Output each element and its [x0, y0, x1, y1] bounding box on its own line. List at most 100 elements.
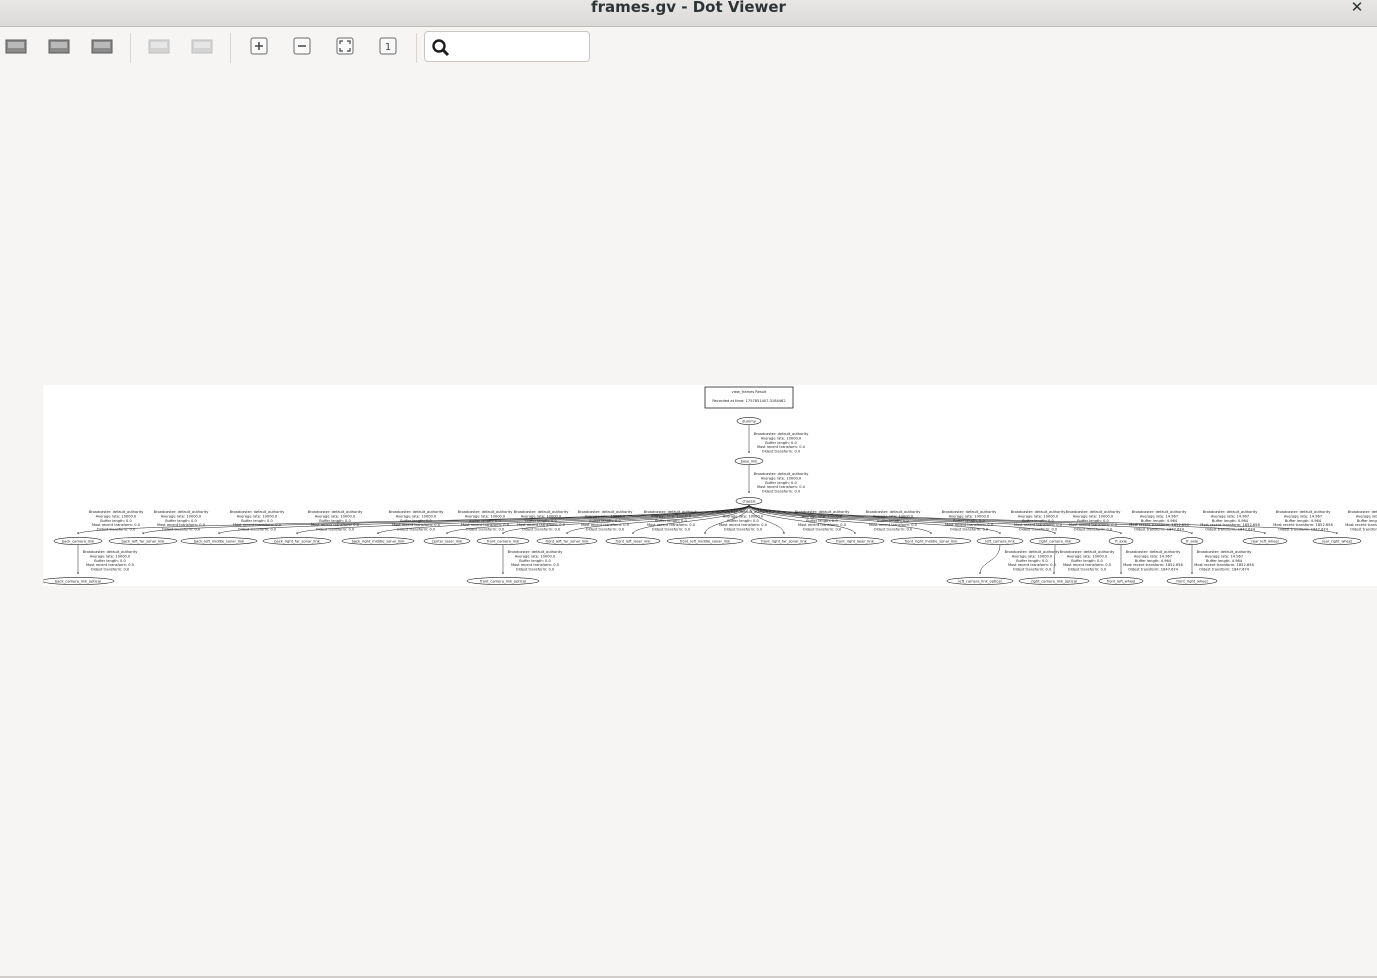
graph-canvas[interactable]: Broadcaster: default_authority Average ra… — [0, 68, 1377, 976]
graph-edge-label-line: Broadcaster: default_authority — [389, 510, 445, 514]
graph-edge-label-line: Broadcaster: default_authority — [1348, 510, 1377, 514]
graph-edge-label-line: Oldest transform: 0.0 — [238, 528, 277, 532]
graph-node[interactable]: front_left_wheel — [1098, 577, 1144, 585]
graph-edge-label-line: Oldest transform: 0.0 — [162, 528, 201, 532]
graph-node[interactable]: front_left_laser_link — [605, 537, 661, 545]
graph-node[interactable]: front_camera_link — [476, 537, 530, 545]
title-bar: frames.gv - Dot Viewer ✕ — [0, 0, 1377, 27]
graph-node[interactable]: dummy — [736, 417, 762, 425]
graph-node[interactable]: right_camera_link_optical — [1018, 577, 1090, 585]
zoom-fit-button[interactable] — [335, 37, 357, 55]
graph-header-subtitle: Recorded at time: 1757851407.3184462 — [712, 399, 785, 403]
graph-edge-label: Broadcaster: default_authorityAverage ra… — [1273, 510, 1333, 532]
graph-node-label: front_right_laser_link — [836, 539, 874, 543]
graph-edge-label: Broadcaster: default_authorityAverage ra… — [230, 510, 286, 532]
graph-node[interactable]: fl_axle — [1108, 537, 1134, 545]
graph-node[interactable]: back_left_far_sonar_link — [108, 537, 178, 545]
graph-node[interactable]: left_camera_link — [976, 537, 1024, 545]
graph-edge-label-line: Most recent transform: 1852.658 — [1345, 523, 1377, 527]
graph-edge-label-line: Most recent transform: 0.0 — [1063, 563, 1112, 567]
graph-edge-label-line: Oldest transform: 0.0 — [724, 528, 763, 532]
graph-edge-label: Broadcaster: default_authorityAverage ra… — [308, 510, 364, 532]
forward-button[interactable] — [191, 37, 213, 55]
search-box[interactable] — [424, 31, 590, 62]
graph-node[interactable]: front_right_laser_link — [825, 537, 885, 545]
graph-edge-label-line: Buffer length: 0.0 — [727, 519, 759, 523]
graph-node[interactable]: front_left_far_sonar_link — [536, 537, 598, 545]
graph-edge-label-line: Buffer length: 0.0 — [765, 481, 797, 485]
search-input[interactable] — [455, 35, 589, 61]
graph-edge-label-line: Most recent transform: 0.0 — [757, 445, 806, 449]
graph-edge-label-line: Broadcaster: default_authority — [716, 510, 772, 514]
zoom-out-icon — [293, 37, 311, 55]
zoom-in-button[interactable] — [249, 37, 271, 55]
graph-edge-label-line: Broadcaster: default_authority — [1066, 510, 1122, 514]
graph-edge-label: Broadcaster: default_authorityAverage ra… — [83, 550, 139, 572]
graph-edge-label-line: Average rate: 10000.0 — [761, 476, 802, 480]
close-button[interactable]: ✕ — [1349, 0, 1365, 16]
back-icon — [148, 39, 170, 54]
graph-node[interactable]: left_camera_link_optical — [946, 577, 1014, 585]
graph-node[interactable]: back_camera_link — [53, 537, 103, 545]
graph-edge-label-line: Most recent transform: 0.0 — [511, 563, 560, 567]
graph-edge-label-line: Broadcaster: default_authority — [89, 510, 145, 514]
graph-edge-label-line: Oldest transform: 0.0 — [1068, 568, 1107, 572]
graph-header-title: view_frames Result — [732, 390, 767, 394]
graph-edge-label-line: Oldest transform: 0.0 — [316, 528, 355, 532]
graph-node[interactable]: front_left_middle_sonar_link — [666, 537, 744, 545]
graph-edge-label-line: Oldest transform: 0.0 — [97, 528, 136, 532]
open-button[interactable] — [5, 37, 27, 55]
graph-node[interactable]: back_right_far_sonar_link — [262, 537, 332, 545]
graph-edge-label-line: Broadcaster: default_authority — [154, 510, 210, 514]
graph-edge-label-line: Most recent transform: 0.0 — [92, 523, 141, 527]
graph-edge-label-line: Oldest transform: 1847.674 — [1278, 528, 1329, 532]
graph-node[interactable]: front_camera_link_optical — [466, 577, 540, 585]
graph-edge-label-line: Oldest transform: 1847.674 — [1205, 528, 1256, 532]
refresh-button[interactable] — [91, 37, 113, 55]
graph-node-label: front_right_middle_sonar_link — [905, 539, 959, 543]
graph-node[interactable]: fr_axle — [1180, 537, 1204, 545]
graph-node[interactable]: front_right_middle_sonar_link — [890, 537, 972, 545]
graph-node[interactable]: right_camera_link — [1029, 537, 1081, 545]
graph-node[interactable]: base_link — [734, 457, 764, 465]
graph-edge-label-line: Most recent transform: 0.0 — [798, 523, 847, 527]
graph-node[interactable]: chassis — [735, 497, 763, 505]
graph-edge-label-line: Broadcaster: default_authority — [754, 472, 810, 476]
open-icon — [5, 39, 27, 54]
graph-node[interactable]: center_laser_link — [423, 537, 471, 545]
graph-node[interactable]: front_right_far_sonar_link — [750, 537, 818, 545]
graph-node[interactable]: rear_left_wheel — [1242, 537, 1288, 545]
graph-edge-label-line: Broadcaster: default_authority — [1197, 550, 1253, 554]
export-button[interactable] — [48, 37, 70, 55]
graph-node[interactable]: back_left_middle_sonar_link — [180, 537, 258, 545]
graph-node-label: front_camera_link — [487, 539, 520, 543]
graph-edge-label-line: Oldest transform: 0.0 — [91, 568, 130, 572]
graph-edge-label-line: Broadcaster: default_authority — [1011, 510, 1067, 514]
graph-node-label: back_camera_link — [62, 539, 95, 543]
graph-edge-label-line: Oldest transform: 0.0 — [397, 528, 436, 532]
graph-edge-label-line: Buffer length: 0.0 — [319, 519, 351, 523]
graph-node[interactable]: back_right_middle_sonar_link — [341, 537, 415, 545]
graph-edge-label-line: Average rate: 10000.0 — [651, 514, 692, 518]
back-button[interactable] — [148, 37, 170, 55]
graph-edge-label-line: Average rate: 10000.0 — [521, 514, 562, 518]
graph-edge-label-line: Average rate: 10000.0 — [1073, 514, 1114, 518]
graph-edge-label-line: Broadcaster: default_authority — [1276, 510, 1332, 514]
graph-edge-label-line: Buffer length: 4.964 — [1141, 519, 1178, 523]
graph-node[interactable]: rear_right_wheel — [1312, 537, 1362, 545]
graph-area[interactable]: Broadcaster: default_authority Average ra… — [43, 385, 1377, 586]
graph-edge-label-line: Oldest transform: 0.0 — [950, 528, 989, 532]
graph-node[interactable]: front_right_wheel — [1166, 577, 1218, 585]
graph-edge-label-line: Oldest transform: 0.0 — [874, 528, 913, 532]
graph-edge-label-line: Broadcaster: default_authority — [644, 510, 700, 514]
graph-node-label: fr_axle — [1186, 539, 1199, 543]
zoom-out-button[interactable] — [292, 37, 314, 55]
graph-node[interactable]: back_camera_link_optical — [43, 577, 115, 585]
zoom-100-button[interactable]: 1 — [378, 37, 400, 55]
zoom-fit-icon — [336, 37, 354, 55]
graph-node-label: base_link — [741, 459, 759, 463]
graph-edge-label-line: Broadcaster: default_authority — [508, 550, 564, 554]
graph-edge-label-line: Average rate: 10000.0 — [90, 554, 131, 558]
graph-node-label: front_right_far_sonar_link — [761, 539, 807, 543]
graph-edge-label-line: Buffer length: 0.0 — [877, 519, 909, 523]
